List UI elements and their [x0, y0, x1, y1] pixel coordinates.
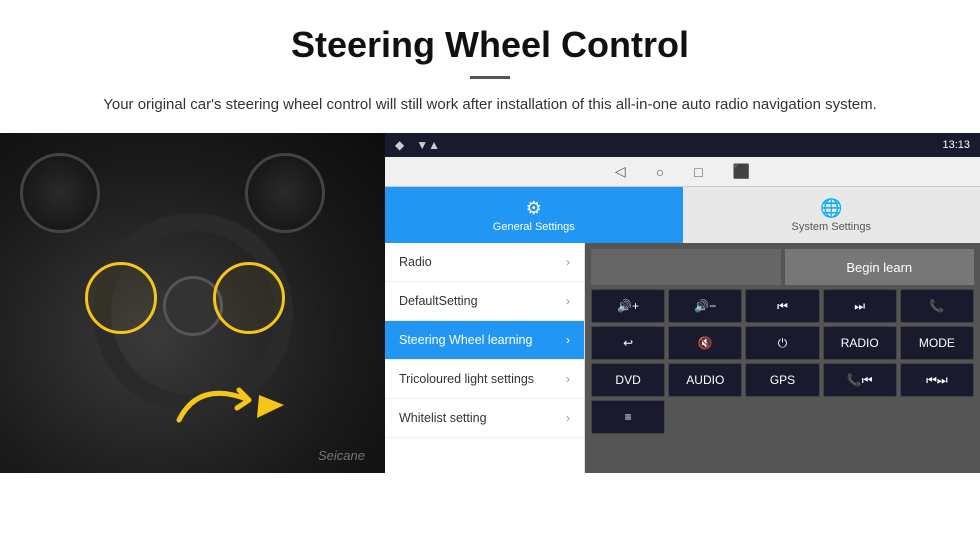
menu-steering-label: Steering Wheel learning	[399, 333, 532, 347]
grid-top-row: Begin learn	[591, 249, 974, 285]
gauge-right	[245, 153, 325, 233]
gps-label: GPS	[770, 373, 795, 387]
status-bar: ◆ ▼▲ 13:13	[385, 133, 980, 157]
btn-menu[interactable]: ≡	[591, 400, 665, 434]
subtitle: Your original car's steering wheel contr…	[60, 93, 920, 117]
dvd-label: DVD	[615, 373, 640, 387]
begin-learn-label: Begin learn	[846, 260, 912, 275]
btn-audio[interactable]: AUDIO	[668, 363, 742, 397]
menu-radio-label: Radio	[399, 255, 432, 269]
phone-icon: 📞	[929, 299, 944, 313]
screenshot-icon[interactable]: ⬛	[733, 163, 750, 180]
btn-row-2: ↩ 🔇 ⏻ RADIO MODE	[591, 326, 974, 360]
btn-row-1: 🔊+ 🔊− ⏮ ⏭ 📞	[591, 289, 974, 323]
menu-item-tricolour[interactable]: Tricoloured light settings ›	[385, 360, 584, 399]
menu-steering-arrow: ›	[566, 333, 570, 347]
tab-system-settings[interactable]: 🌐 System Settings	[683, 187, 980, 243]
btn-radio[interactable]: RADIO	[823, 326, 897, 360]
back-call-icon: ↩	[623, 336, 633, 350]
settings-icon: ⚙	[526, 198, 542, 219]
menu-whitelist-label: Whitelist setting	[399, 411, 487, 425]
menu-icon: ≡	[625, 410, 632, 424]
btn-vol-down[interactable]: 🔊−	[668, 289, 742, 323]
mode-label: MODE	[919, 336, 955, 350]
menu-item-steering[interactable]: Steering Wheel learning ›	[385, 321, 584, 360]
menu-whitelist-arrow: ›	[566, 411, 570, 425]
begin-learn-button[interactable]: Begin learn	[785, 249, 975, 285]
btn-tel-prev[interactable]: 📞⏮	[823, 363, 897, 397]
menu-tricolour-arrow: ›	[566, 372, 570, 386]
menu-item-radio[interactable]: Radio ›	[385, 243, 584, 282]
tel-prev-icon: 📞⏮	[847, 373, 873, 388]
btn-row-4: ≡	[591, 400, 974, 434]
btn-vol-up[interactable]: 🔊+	[591, 289, 665, 323]
grid-empty-box	[591, 249, 781, 285]
vol-down-icon: 🔊−	[694, 299, 716, 313]
watermark: Seicane	[318, 448, 365, 463]
menu-default-arrow: ›	[566, 294, 570, 308]
grid-panel: Begin learn 🔊+ 🔊− ⏮	[585, 243, 980, 473]
status-right: 13:13	[942, 139, 970, 151]
page-wrapper: Steering Wheel Control Your original car…	[0, 0, 980, 473]
recent-icon[interactable]: □	[694, 164, 702, 180]
btn-dvd[interactable]: DVD	[591, 363, 665, 397]
btn-prev[interactable]: ⏮	[745, 289, 819, 323]
next-icon: ⏭	[854, 299, 865, 314]
tab-general-settings[interactable]: ⚙ General Settings	[385, 187, 683, 243]
arrow-indicator	[169, 370, 289, 445]
btn-back[interactable]: ↩	[591, 326, 665, 360]
prev-next-icon: ⏮⏭	[926, 373, 948, 388]
btn-next[interactable]: ⏭	[823, 289, 897, 323]
btn-prev-next[interactable]: ⏮⏭	[900, 363, 974, 397]
location-icon: ◆	[395, 138, 404, 152]
btn-row-3: DVD AUDIO GPS 📞⏮ ⏮⏭	[591, 363, 974, 397]
status-left: ◆ ▼▲	[395, 138, 440, 152]
gauge-left	[20, 153, 100, 233]
audio-label: AUDIO	[686, 373, 724, 387]
btn-highlight-right	[213, 262, 285, 334]
btn-mode[interactable]: MODE	[900, 326, 974, 360]
signal-icon: ▼▲	[416, 138, 440, 152]
menu-default-label: DefaultSetting	[399, 294, 478, 308]
radio-label: RADIO	[841, 336, 879, 350]
prev-icon: ⏮	[777, 299, 788, 314]
tab-bar: ⚙ General Settings 🌐 System Settings	[385, 187, 980, 243]
title-divider	[470, 76, 510, 79]
btn-highlight-left	[85, 262, 157, 334]
home-icon[interactable]: ○	[656, 164, 664, 180]
mute-icon: 🔇	[698, 336, 713, 350]
menu-grid-area: Radio › DefaultSetting › Steering Wheel …	[385, 243, 980, 473]
menu-list: Radio › DefaultSetting › Steering Wheel …	[385, 243, 585, 473]
vol-up-icon: 🔊+	[617, 299, 639, 313]
menu-radio-arrow: ›	[566, 255, 570, 269]
menu-item-default[interactable]: DefaultSetting ›	[385, 282, 584, 321]
btn-power[interactable]: ⏻	[745, 326, 819, 360]
back-icon[interactable]: ◁	[615, 163, 626, 180]
power-icon: ⏻	[778, 336, 788, 351]
tab-general-label: General Settings	[493, 221, 575, 233]
tab-system-label: System Settings	[792, 221, 871, 233]
header-section: Steering Wheel Control Your original car…	[0, 0, 980, 133]
btn-phone[interactable]: 📞	[900, 289, 974, 323]
status-time: 13:13	[942, 139, 970, 151]
btn-gps[interactable]: GPS	[745, 363, 819, 397]
page-title: Steering Wheel Control	[60, 24, 920, 66]
menu-tricolour-label: Tricoloured light settings	[399, 372, 534, 386]
btn-mute[interactable]: 🔇	[668, 326, 742, 360]
steering-wheel-image: Seicane	[0, 133, 385, 473]
android-panel: ◆ ▼▲ 13:13 ◁ ○ □ ⬛ ⚙ General Settings	[385, 133, 980, 473]
content-area: Seicane ◆ ▼▲ 13:13 ◁ ○ □ ⬛	[0, 133, 980, 473]
menu-item-whitelist[interactable]: Whitelist setting ›	[385, 399, 584, 438]
nav-bar: ◁ ○ □ ⬛	[385, 157, 980, 187]
system-icon: 🌐	[820, 198, 842, 219]
